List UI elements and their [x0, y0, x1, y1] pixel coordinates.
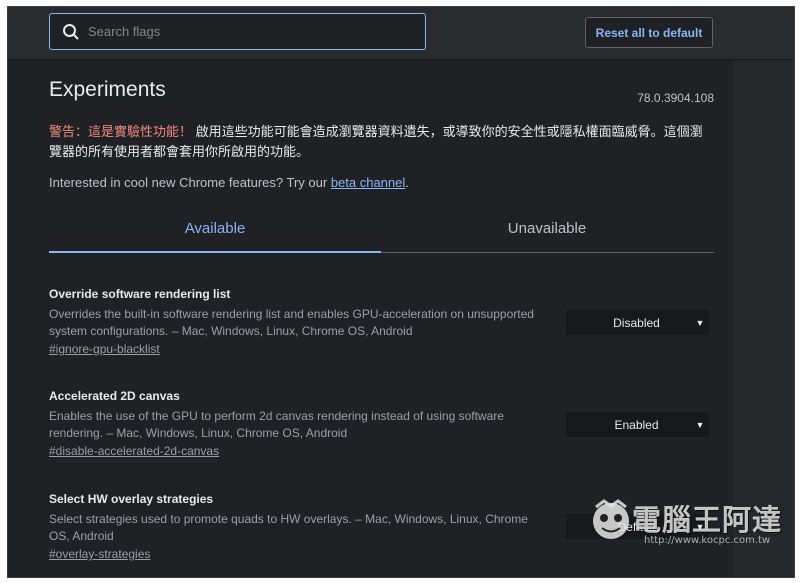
- flag-title: Override software rendering list: [49, 287, 231, 301]
- flag-permalink[interactable]: #overlay-strategies: [49, 547, 150, 561]
- flag-state-select[interactable]: Default ▼: [566, 514, 709, 539]
- flag-permalink[interactable]: #ignore-gpu-blacklist: [49, 342, 160, 356]
- flag-permalink[interactable]: #disable-accelerated-2d-canvas: [49, 444, 219, 458]
- search-input[interactable]: [86, 23, 390, 40]
- warning-message: 警告：這是實驗性功能！ 啟用這些功能可能會造成瀏覽器資料遺失，或導致你的安全性或…: [49, 122, 714, 162]
- flag-title: Select HW overlay strategies: [49, 492, 214, 506]
- flag-state-select[interactable]: Disabled ▼: [566, 310, 709, 335]
- page-title: Experiments: [49, 78, 166, 101]
- flag-state-value: Enabled: [614, 417, 659, 432]
- beta-promo: Interested in cool new Chrome features? …: [49, 175, 409, 190]
- tab-bar: Available Unavailable: [49, 205, 714, 253]
- flag-description: Overrides the built-in software renderin…: [49, 307, 534, 338]
- dropdown-caret-icon: ▼: [695, 419, 705, 430]
- flag-state-select[interactable]: Enabled ▼: [566, 412, 709, 437]
- beta-channel-link[interactable]: beta channel: [331, 175, 405, 190]
- flag-title: Accelerated 2D canvas: [49, 389, 180, 403]
- beta-promo-suffix: .: [405, 175, 409, 190]
- flag-state-value: Default: [617, 519, 656, 534]
- beta-promo-text: Interested in cool new Chrome features? …: [49, 175, 331, 190]
- page-side-panel: [733, 60, 794, 577]
- flag-description: Enables the use of the GPU to perform 2d…: [49, 409, 504, 440]
- reset-all-button[interactable]: Reset all to default: [585, 17, 713, 48]
- flag-state-value: Disabled: [613, 315, 660, 330]
- flag-description: Select strategies used to promote quads …: [49, 512, 528, 543]
- search-box[interactable]: [49, 13, 426, 50]
- flags-header: Reset all to default: [8, 7, 794, 60]
- version-number: 78.0.3904.108: [637, 91, 714, 105]
- warning-prefix: 警告：這是實驗性功能！: [49, 124, 193, 139]
- dropdown-caret-icon: ▼: [695, 317, 705, 328]
- search-icon: [63, 23, 79, 40]
- tab-unavailable[interactable]: Unavailable: [381, 205, 713, 251]
- tab-available[interactable]: Available: [49, 205, 381, 253]
- dropdown-caret-icon: ▼: [695, 521, 705, 532]
- browser-viewport: Reset all to default Experiments 78.0.39…: [7, 6, 795, 578]
